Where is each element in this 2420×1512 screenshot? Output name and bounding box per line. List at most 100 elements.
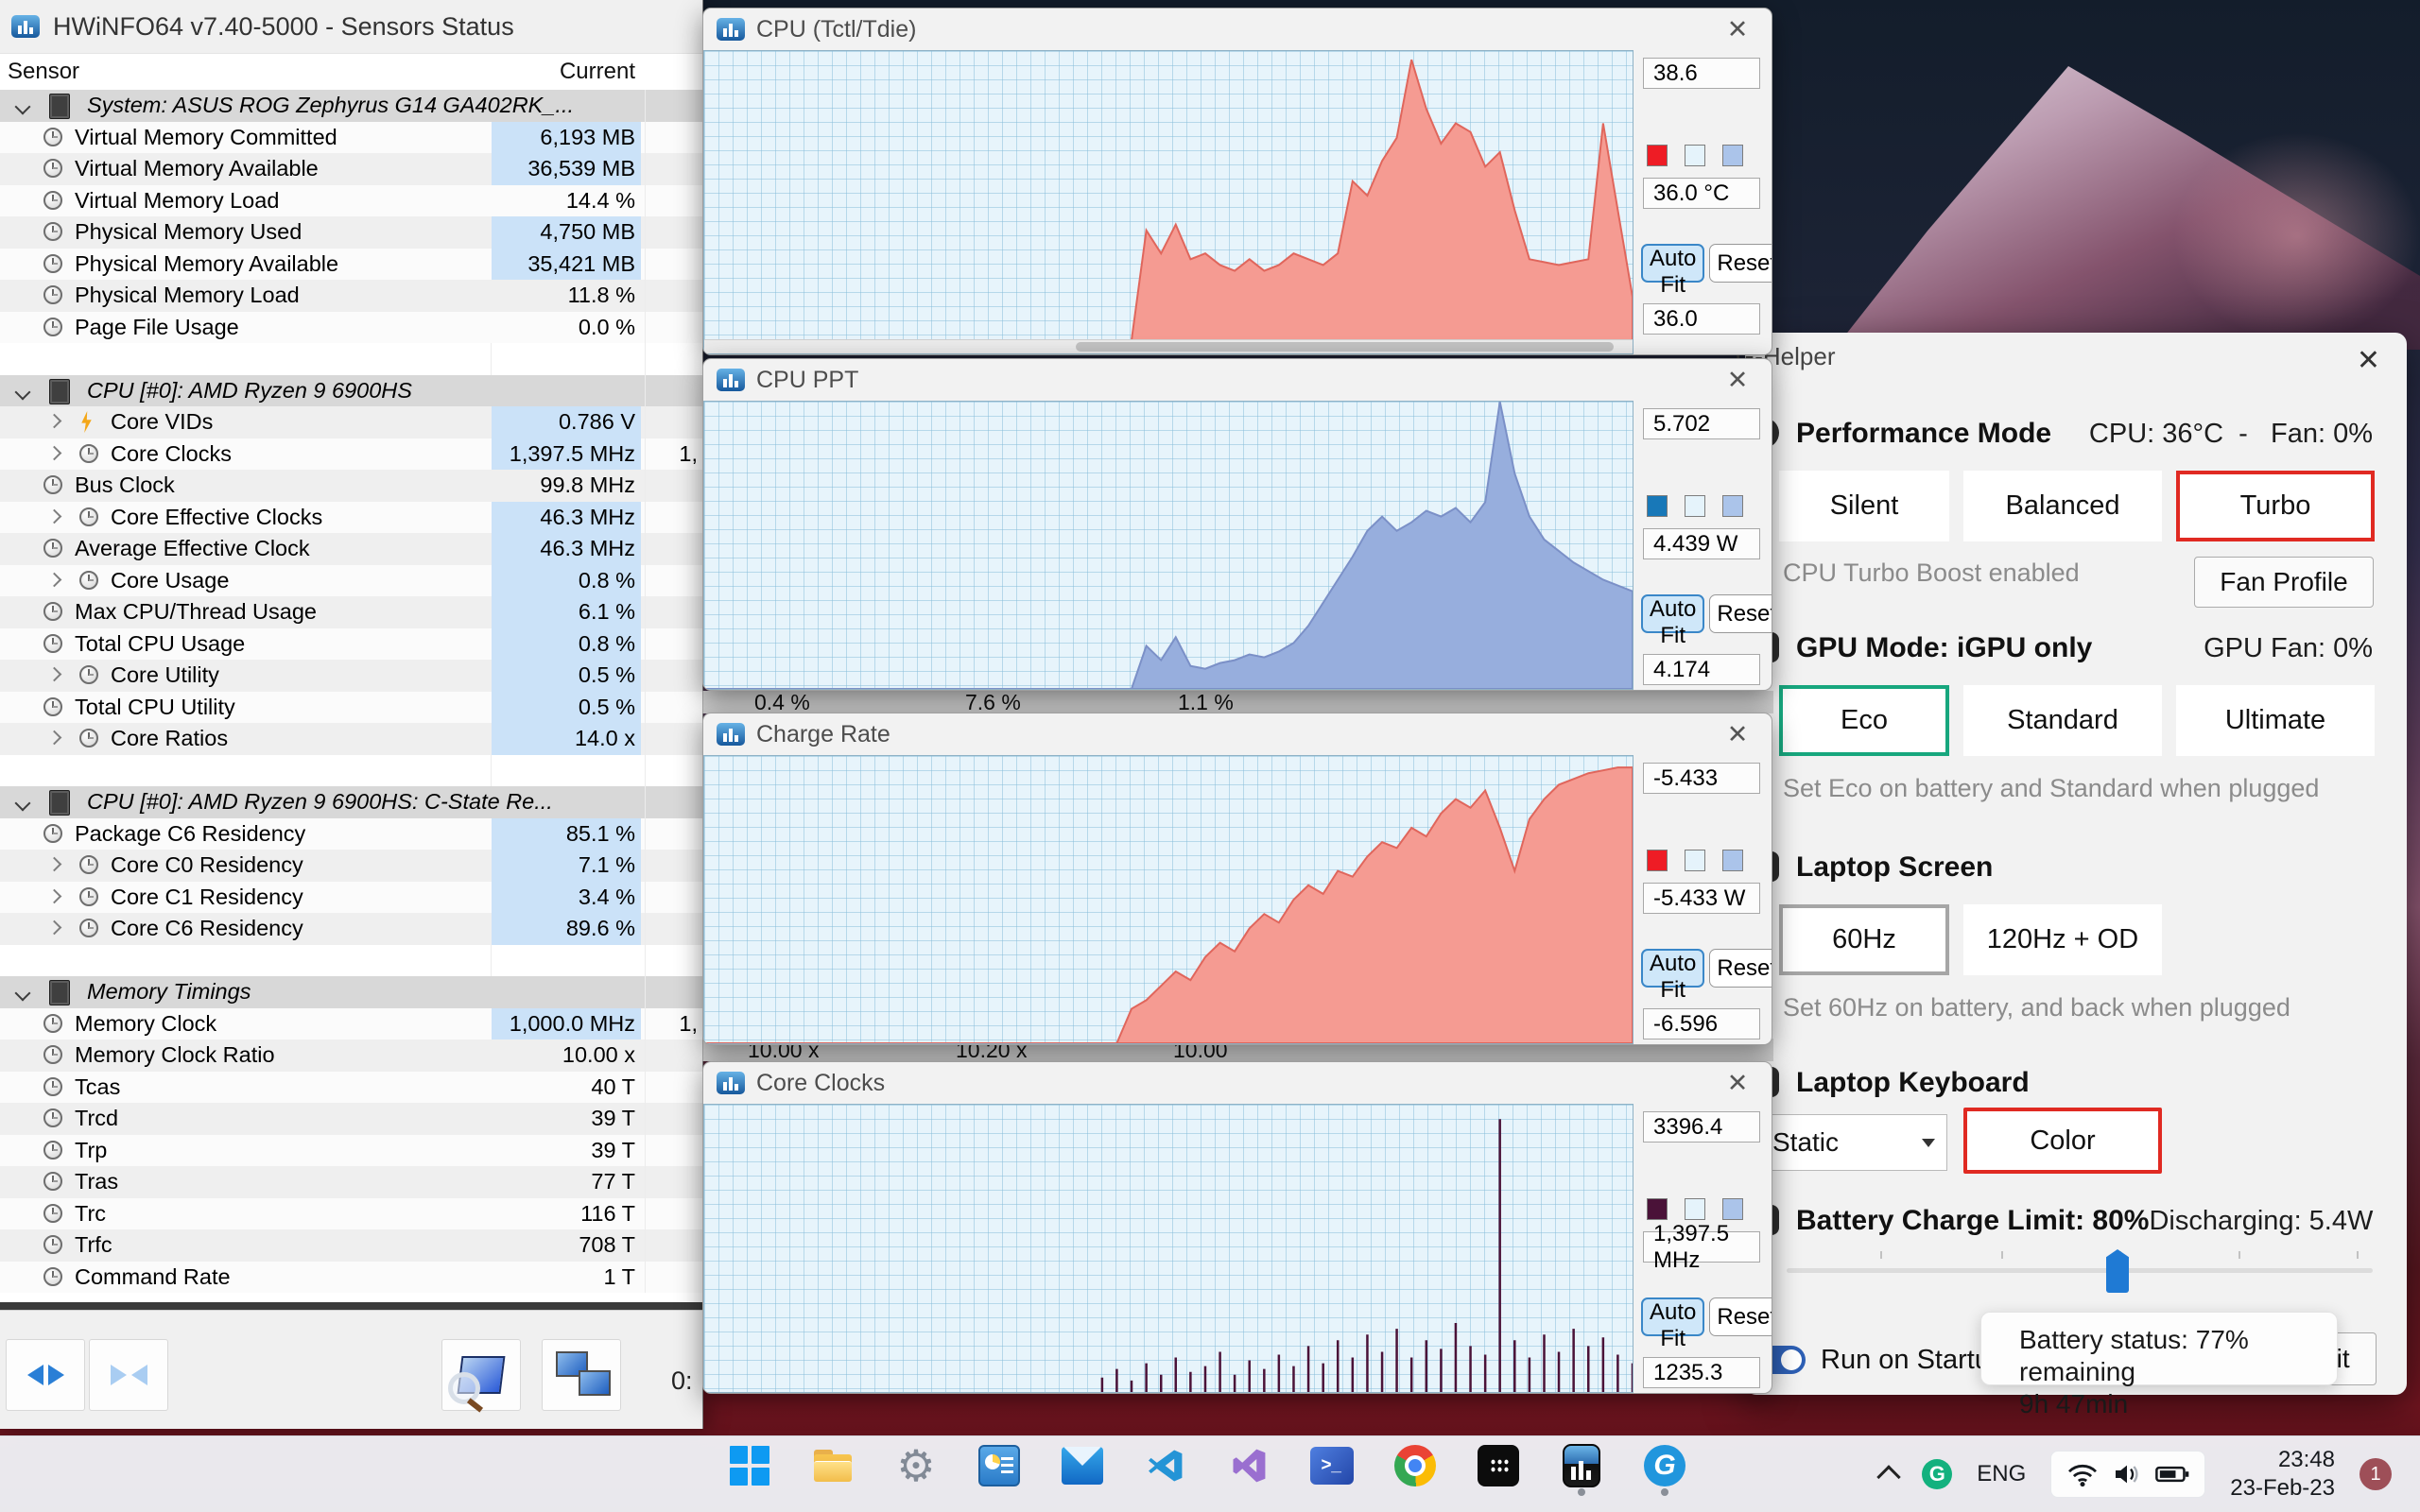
- grid-color-swatch[interactable]: [1722, 145, 1743, 166]
- reset-button[interactable]: Reset: [1709, 594, 1772, 633]
- grammarly-tray-icon[interactable]: G: [1922, 1459, 1953, 1489]
- sensor-row[interactable]: Physical Memory Available 35,421 MB: [0, 248, 702, 280]
- chrome-icon[interactable]: [1393, 1444, 1437, 1487]
- background-color-swatch[interactable]: [1685, 850, 1705, 871]
- sensor-row[interactable]: Core Ratios 14.0 x: [0, 723, 702, 755]
- sensor-row[interactable]: Total CPU Usage 0.8 %: [0, 627, 702, 660]
- expand-chevron-icon[interactable]: [46, 413, 62, 429]
- system-monitor-icon[interactable]: [977, 1444, 1021, 1487]
- sensor-row[interactable]: Virtual Memory Available 36,539 MB: [0, 153, 702, 185]
- battery-limit-slider[interactable]: [1787, 1242, 2373, 1298]
- sensor-row[interactable]: Average Effective Clock 46.3 MHz: [0, 533, 702, 565]
- sensor-row[interactable]: Core C0 Residency 7.1 %: [0, 850, 702, 882]
- expand-columns-button[interactable]: [6, 1339, 85, 1411]
- series-color-swatch[interactable]: [1647, 850, 1668, 871]
- close-icon[interactable]: ✕: [1717, 1069, 1758, 1098]
- mail-icon[interactable]: [1061, 1444, 1104, 1487]
- reset-button[interactable]: Reset: [1709, 1297, 1772, 1336]
- auto-fit-button[interactable]: Auto Fit: [1641, 1297, 1705, 1351]
- sensor-row[interactable]: Trfc 708 T: [0, 1229, 702, 1262]
- hwinfo-taskbar-icon[interactable]: [1560, 1444, 1603, 1496]
- background-color-swatch[interactable]: [1685, 495, 1705, 517]
- sensor-row[interactable]: Package C6 Residency 85.1 %: [0, 817, 702, 850]
- sensor-row[interactable]: Core VIDs 0.786 V: [0, 406, 702, 438]
- collapse-columns-button[interactable]: [89, 1339, 168, 1411]
- close-icon[interactable]: ✕: [2357, 344, 2380, 377]
- sensor-column-header[interactable]: Sensor: [8, 54, 79, 90]
- sensor-row[interactable]: Trcd 39 T: [0, 1103, 702, 1135]
- sensor-section-row[interactable]: CPU [#0]: AMD Ryzen 9 6900HS: [0, 374, 702, 406]
- reset-button[interactable]: Reset: [1709, 949, 1772, 988]
- ghelper-taskbar-icon[interactable]: G: [1643, 1444, 1686, 1496]
- sensor-row[interactable]: Trp 39 T: [0, 1134, 702, 1166]
- sensor-row[interactable]: Bus Clock 99.8 MHz: [0, 470, 702, 502]
- sensor-row[interactable]: Core C1 Residency 3.4 %: [0, 881, 702, 913]
- sensor-row[interactable]: Tras 77 T: [0, 1166, 702, 1198]
- expand-chevron-icon[interactable]: [46, 508, 62, 524]
- sensor-row[interactable]: Memory Clock 1,000.0 MHz 1,: [0, 1007, 702, 1040]
- sensor-section-row[interactable]: System: ASUS ROG Zephyrus G14 GA402RK_..…: [0, 90, 702, 122]
- sensor-row[interactable]: Physical Memory Used 4,750 MB: [0, 216, 702, 249]
- sensor-row[interactable]: Core Clocks 1,397.5 MHz 1,: [0, 438, 702, 470]
- sensor-row[interactable]: Core Effective Clocks 46.3 MHz: [0, 501, 702, 533]
- expand-chevron-icon[interactable]: [46, 445, 62, 460]
- expand-chevron-icon[interactable]: [46, 856, 62, 872]
- expand-chevron-icon[interactable]: [46, 730, 62, 746]
- expand-chevron-icon[interactable]: [46, 919, 62, 936]
- settings-gear-icon[interactable]: ⚙: [894, 1444, 938, 1487]
- sensor-row[interactable]: Tcas 40 T: [0, 1071, 702, 1103]
- sensor-row[interactable]: Virtual Memory Committed 6,193 MB: [0, 121, 702, 153]
- sensor-row[interactable]: Max CPU/Thread Usage 6.1 %: [0, 596, 702, 628]
- language-indicator[interactable]: ENG: [1977, 1461, 2026, 1487]
- mode-button-turbo[interactable]: Turbo: [2176, 471, 2375, 541]
- reset-button[interactable]: Reset: [1709, 244, 1772, 283]
- sensor-section-row[interactable]: CPU [#0]: AMD Ryzen 9 6900HS: C-State Re…: [0, 786, 702, 818]
- mode-button-standard[interactable]: Standard: [1963, 685, 2162, 756]
- graph-scrollbar[interactable]: [704, 339, 1633, 353]
- graph-titlebar[interactable]: Core Clocks ✕: [703, 1062, 1772, 1104]
- scrollbar-thumb[interactable]: [1075, 342, 1615, 352]
- series-color-swatch[interactable]: [1647, 495, 1668, 517]
- graph-titlebar[interactable]: Charge Rate ✕: [703, 713, 1772, 755]
- sensor-row[interactable]: Page File Usage 0.0 %: [0, 311, 702, 343]
- sensor-row[interactable]: Physical Memory Load 11.8 %: [0, 280, 702, 312]
- sensor-row[interactable]: Virtual Memory Load 14.4 %: [0, 184, 702, 216]
- sensor-section-row[interactable]: Memory Timings: [0, 976, 702, 1008]
- mode-button-eco[interactable]: Eco: [1779, 685, 1949, 756]
- background-color-swatch[interactable]: [1685, 145, 1705, 166]
- vscode-icon[interactable]: [1144, 1444, 1187, 1487]
- screen-magnifier-button[interactable]: [441, 1339, 521, 1413]
- background-color-swatch[interactable]: [1685, 1198, 1705, 1220]
- auto-fit-button[interactable]: Auto Fit: [1641, 949, 1705, 1003]
- auto-fit-button[interactable]: Auto Fit: [1641, 244, 1705, 298]
- grid-color-swatch[interactable]: [1722, 1198, 1743, 1220]
- series-color-swatch[interactable]: [1647, 1198, 1668, 1220]
- notification-badge[interactable]: 1: [2360, 1458, 2392, 1490]
- remote-monitoring-button[interactable]: [542, 1339, 621, 1411]
- series-color-swatch[interactable]: [1647, 145, 1668, 166]
- taskbar-clock[interactable]: 23:48 23-Feb-23: [2230, 1446, 2335, 1503]
- sensor-row[interactable]: Core C6 Residency 89.6 %: [0, 913, 702, 945]
- visual-studio-icon[interactable]: [1227, 1444, 1270, 1487]
- hwinfo-titlebar[interactable]: HWiNFO64 v7.40-5000 - Sensors Status: [0, 0, 702, 54]
- auto-fit-button[interactable]: Auto Fit: [1641, 594, 1705, 648]
- sensor-row[interactable]: Core Usage 0.8 %: [0, 564, 702, 596]
- sensor-row[interactable]: Command Rate 1 T: [0, 1261, 702, 1293]
- close-icon[interactable]: ✕: [1717, 720, 1758, 749]
- keyboard-color-button[interactable]: Color: [1963, 1108, 2162, 1174]
- slider-handle[interactable]: [2106, 1249, 2129, 1293]
- grid-color-swatch[interactable]: [1722, 850, 1743, 871]
- streaming-app-icon[interactable]: [1477, 1444, 1520, 1487]
- sensor-row[interactable]: Trc 116 T: [0, 1197, 702, 1229]
- current-column-header[interactable]: Current: [492, 54, 635, 90]
- fan-profile-button[interactable]: Fan Profile: [2194, 557, 2374, 608]
- close-icon[interactable]: ✕: [1717, 15, 1758, 44]
- file-explorer-icon[interactable]: [811, 1444, 855, 1487]
- expand-chevron-icon[interactable]: [46, 666, 62, 682]
- expand-chevron-icon[interactable]: [46, 572, 62, 587]
- graph-titlebar[interactable]: CPU (Tctl/Tdie) ✕: [703, 9, 1772, 50]
- graph-titlebar[interactable]: CPU PPT ✕: [703, 359, 1772, 401]
- mode-button-60hz[interactable]: 60Hz: [1779, 904, 1949, 975]
- collapse-chevron-icon[interactable]: [14, 985, 31, 1002]
- start-button-icon[interactable]: [728, 1444, 771, 1487]
